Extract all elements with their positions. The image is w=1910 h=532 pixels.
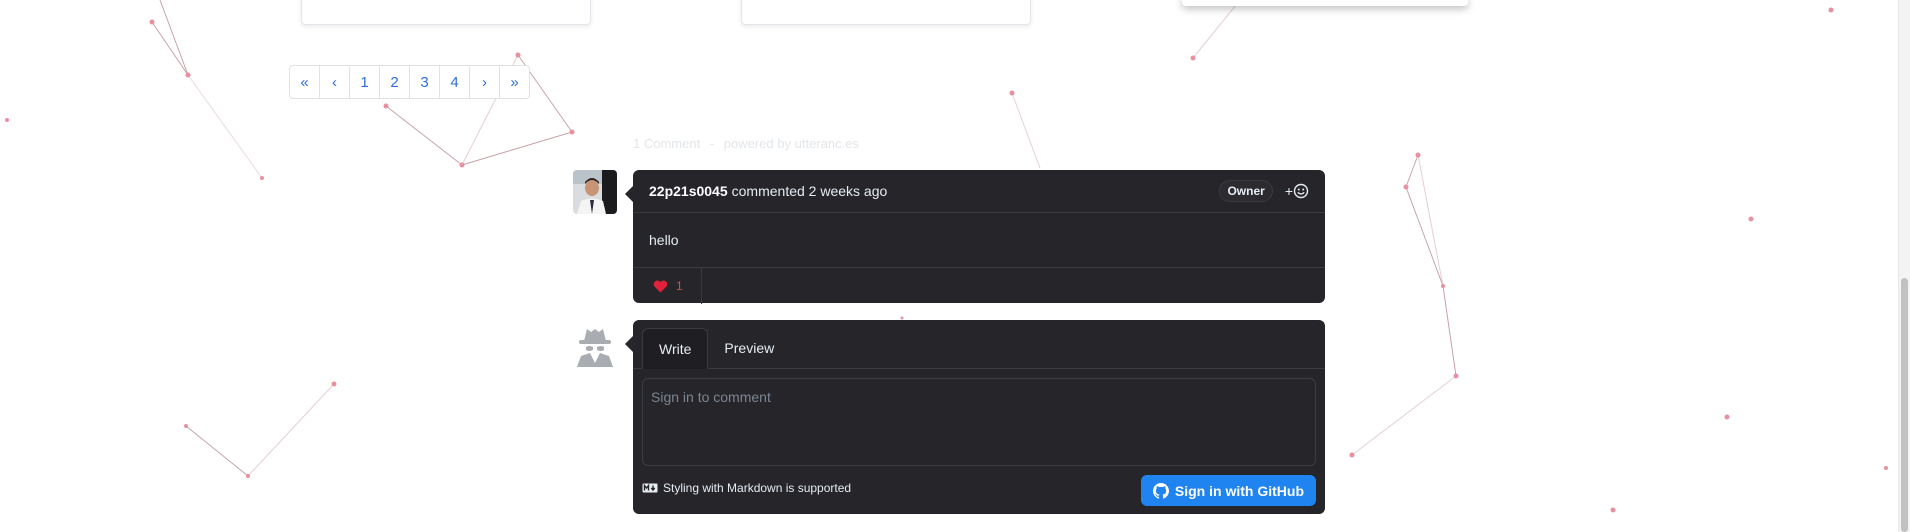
page-prev-button[interactable]: ‹ [319, 65, 350, 99]
pagination: « ‹ 1 2 3 4 › » [289, 65, 530, 99]
page-2-button[interactable]: 2 [379, 65, 410, 99]
sign-in-github-button[interactable]: Sign in with GitHub [1140, 475, 1316, 506]
comment-body: hello [633, 213, 1325, 268]
post-card-right[interactable] [741, 0, 1031, 25]
page-scrollbar[interactable] [1898, 0, 1910, 532]
heart-reaction-button[interactable]: 1 [633, 268, 702, 304]
comment-editor: Write Preview Styling with Markdown is s… [625, 320, 1325, 514]
sign-in-label: Sign in with GitHub [1174, 482, 1304, 499]
add-reaction-button[interactable]: + [1285, 183, 1309, 199]
owner-badge: Owner [1219, 180, 1273, 202]
commenter-photo-icon [573, 170, 617, 214]
plus-label: + [1284, 183, 1293, 199]
tab-preview[interactable]: Preview [708, 328, 790, 368]
page-last-button[interactable]: » [499, 65, 530, 99]
anonymous-user-icon [577, 329, 613, 367]
post-card-far-right[interactable] [1182, 0, 1468, 6]
comment-timestamp[interactable]: commented 2 weeks ago [732, 183, 888, 199]
powered-by-link[interactable]: powered by utteranc.es [724, 136, 859, 151]
comment-header: 22p21s0045 commented 2 weeks ago Owner + [633, 170, 1325, 213]
meta-separator: - [709, 136, 715, 151]
post-card-left[interactable] [301, 0, 591, 25]
page-3-button[interactable]: 3 [409, 65, 440, 99]
markdown-note[interactable]: Styling with Markdown is supported [642, 481, 851, 495]
markdown-icon [642, 483, 658, 493]
tab-write[interactable]: Write [642, 328, 709, 369]
page-4-button[interactable]: 4 [439, 65, 470, 99]
smiley-icon [1293, 183, 1309, 199]
editor-tabs: Write Preview [633, 320, 1325, 369]
page-next-button[interactable]: › [469, 65, 500, 99]
comments-meta: 1 Comment - powered by utteranc.es [633, 136, 859, 151]
commenter-avatar[interactable] [573, 170, 617, 214]
comment-reactions: 1 [633, 268, 1325, 304]
github-icon [1152, 482, 1169, 499]
scrollbar-thumb[interactable] [1901, 278, 1908, 532]
comment-author-link[interactable]: 22p21s0045 [649, 183, 728, 199]
anonymous-user-avatar [573, 323, 617, 367]
comment-input[interactable] [642, 378, 1316, 466]
comment-count: 1 Comment [633, 136, 701, 151]
reaction-count: 1 [676, 279, 683, 293]
page-1-button[interactable]: 1 [349, 65, 380, 99]
comment-card: 22p21s0045 commented 2 weeks ago Owner +… [625, 170, 1325, 304]
markdown-note-label: Styling with Markdown is supported [663, 481, 852, 495]
page-first-button[interactable]: « [289, 65, 320, 99]
heart-icon [653, 280, 668, 293]
